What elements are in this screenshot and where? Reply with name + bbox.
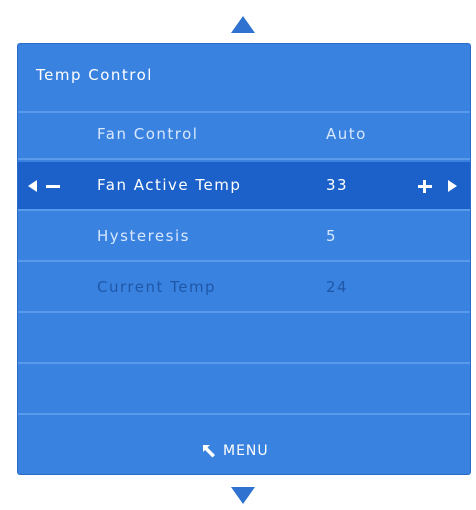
plus-icon-vertical bbox=[423, 180, 426, 193]
fan-control-value: Auto bbox=[326, 125, 367, 143]
menu-footer: MENU bbox=[18, 430, 470, 474]
menu-item-current-temp: Current Temp 24 bbox=[18, 264, 470, 313]
fan-control-label: Fan Control bbox=[97, 125, 199, 143]
right-arrow-icon[interactable] bbox=[448, 180, 457, 192]
hysteresis-label: Hysteresis bbox=[97, 227, 190, 245]
menu-item-fan-control[interactable]: Fan Control Auto bbox=[18, 111, 470, 160]
fan-active-temp-label: Fan Active Temp bbox=[97, 176, 242, 194]
current-temp-value: 24 bbox=[326, 278, 349, 296]
menu-title: Temp Control bbox=[36, 66, 153, 84]
menu-button-label: MENU bbox=[223, 443, 269, 459]
hysteresis-value: 5 bbox=[326, 227, 338, 245]
scroll-down-arrow-icon[interactable] bbox=[231, 487, 255, 504]
fan-active-temp-value: 33 bbox=[326, 176, 349, 194]
menu-empty-row bbox=[18, 315, 470, 364]
return-arrow-icon bbox=[203, 445, 215, 458]
menu-item-hysteresis[interactable]: Hysteresis 5 bbox=[18, 213, 470, 262]
menu-button[interactable]: MENU bbox=[201, 443, 269, 459]
minus-icon[interactable] bbox=[46, 185, 60, 188]
menu-item-fan-active-temp[interactable]: Fan Active Temp 33 bbox=[18, 162, 470, 211]
menu-header: Temp Control bbox=[18, 44, 470, 113]
temp-control-menu: Temp Control Fan Control Auto Fan Active… bbox=[18, 44, 470, 474]
left-arrow-icon[interactable] bbox=[28, 180, 37, 192]
current-temp-label: Current Temp bbox=[97, 278, 217, 296]
menu-empty-row bbox=[18, 366, 470, 415]
scroll-up-arrow-icon[interactable] bbox=[231, 16, 255, 33]
